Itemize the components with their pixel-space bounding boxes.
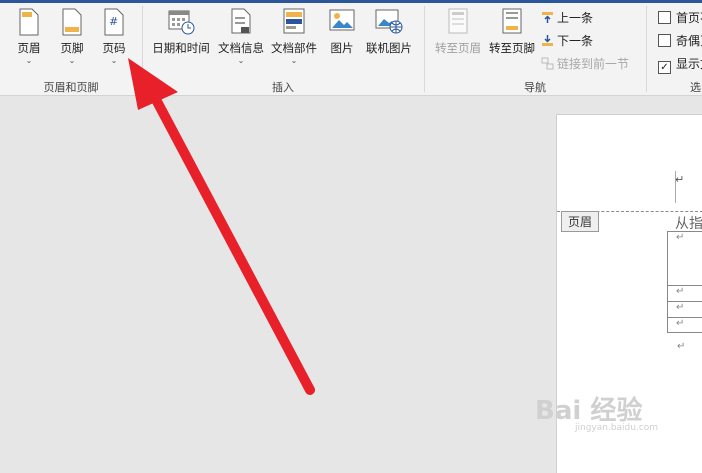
red-arrow-annotation	[128, 58, 315, 395]
